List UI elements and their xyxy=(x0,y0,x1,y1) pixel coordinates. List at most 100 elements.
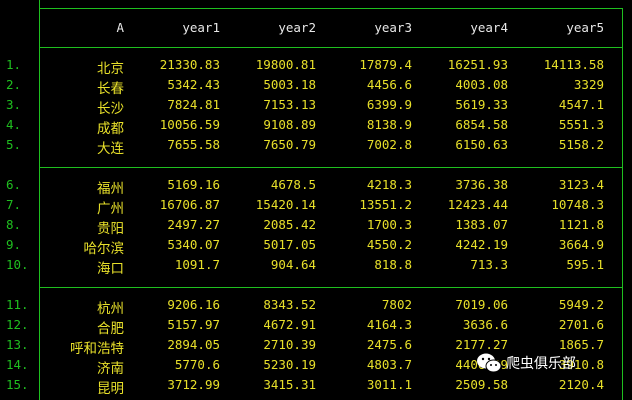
table-row: 8. 贵阳 2497.27 2085.42 1700.3 1383.07 1121.8 xyxy=(0,217,632,237)
row-number: 11. xyxy=(6,297,29,312)
table-row: 11. 杭州 9206.16 8343.52 7802 7019.06 5949.2 xyxy=(0,297,632,317)
value-cell-year4: 16251.93 xyxy=(447,57,508,72)
value-cell-year1: 5157.97 xyxy=(167,317,220,332)
value-cell-year5: 3123.4 xyxy=(558,177,604,192)
value-cell-year3: 7802 xyxy=(381,297,412,312)
value-cell-year4: 4242.19 xyxy=(455,237,508,252)
header-cell-year5: year5 xyxy=(566,20,604,35)
value-cell-year4: 2509.58 xyxy=(455,377,508,392)
table-row: 9. 哈尔滨 5340.07 5017.05 4550.2 4242.19 3664.9 xyxy=(0,237,632,257)
value-cell-year2: 4678.5 xyxy=(270,177,316,192)
table-header: A year1 year2 year3 year4 year5 xyxy=(0,20,632,38)
table-top-border xyxy=(39,8,623,9)
value-cell-year5: 1121.8 xyxy=(558,217,604,232)
city-name: 福州 xyxy=(97,181,124,197)
value-cell-year4: 7019.06 xyxy=(455,297,508,312)
value-cell-year2: 2085.42 xyxy=(263,217,316,232)
value-cell-year2: 3415.31 xyxy=(263,377,316,392)
value-cell-year4: 2177.27 xyxy=(455,337,508,352)
watermark: 爬虫俱乐部 xyxy=(476,352,576,374)
row-number: 12. xyxy=(6,317,29,332)
city-name: 呼和浩特 xyxy=(70,341,124,357)
row-number: 5. xyxy=(6,137,22,152)
value-cell-year4: 6150.63 xyxy=(455,137,508,152)
value-cell-year3: 6399.9 xyxy=(366,97,412,112)
value-cell-year2: 8343.52 xyxy=(263,297,316,312)
value-cell-year2: 904.64 xyxy=(270,257,316,272)
value-cell-year5: 5551.3 xyxy=(558,117,604,132)
value-cell-year1: 10056.59 xyxy=(159,117,220,132)
value-cell-year1: 5342.43 xyxy=(167,77,220,92)
table-row: 1. 北京 21330.83 19800.81 17879.4 16251.93 14113… xyxy=(0,57,632,77)
row-number: 2. xyxy=(6,77,22,92)
value-cell-year1: 2894.05 xyxy=(167,337,220,352)
table-row: 3. 长沙 7824.81 7153.13 6399.9 5619.33 4547.1 xyxy=(0,97,632,117)
value-cell-year5: 595.1 xyxy=(566,257,604,272)
city-name: 长春 xyxy=(97,81,124,97)
header-cell-year4: year4 xyxy=(470,20,508,35)
value-cell-year1: 5169.16 xyxy=(167,177,220,192)
value-cell-year4: 5619.33 xyxy=(455,97,508,112)
value-cell-year5: 14113.58 xyxy=(543,57,604,72)
value-cell-year5: 2120.4 xyxy=(558,377,604,392)
value-cell-year4: 1383.07 xyxy=(455,217,508,232)
value-cell-year2: 2710.39 xyxy=(263,337,316,352)
value-cell-year4: 6854.58 xyxy=(455,117,508,132)
value-cell-year2: 9108.89 xyxy=(263,117,316,132)
row-number: 6. xyxy=(6,177,22,192)
value-cell-year5: 3664.9 xyxy=(558,237,604,252)
table-row: 6. 福州 5169.16 4678.5 4218.3 3736.38 3123.4 xyxy=(0,177,632,197)
value-cell-year5: 4547.1 xyxy=(558,97,604,112)
row-number: 13. xyxy=(6,337,29,352)
row-number: 8. xyxy=(6,217,22,232)
value-cell-year3: 13551.2 xyxy=(359,197,412,212)
value-cell-year2: 5003.18 xyxy=(263,77,316,92)
city-name: 长沙 xyxy=(97,101,124,117)
city-name: 杭州 xyxy=(97,301,124,317)
value-cell-year4: 3736.38 xyxy=(455,177,508,192)
value-cell-year3: 4218.3 xyxy=(366,177,412,192)
value-cell-year1: 21330.83 xyxy=(159,57,220,72)
value-cell-year1: 1091.7 xyxy=(174,257,220,272)
row-number: 3. xyxy=(6,97,22,112)
city-name: 济南 xyxy=(97,361,124,377)
value-cell-year2: 19800.81 xyxy=(255,57,316,72)
table-row: 5. 大连 7655.58 7650.79 7002.8 6150.63 5158.2 xyxy=(0,137,632,157)
value-cell-year2: 4672.91 xyxy=(263,317,316,332)
value-cell-year3: 4803.7 xyxy=(366,357,412,372)
value-cell-year2: 15420.14 xyxy=(255,197,316,212)
row-number: 1. xyxy=(6,57,22,72)
city-name: 昆明 xyxy=(97,381,124,397)
value-cell-year1: 5770.6 xyxy=(174,357,220,372)
row-number: 14. xyxy=(6,357,29,372)
value-cell-year5: 2701.6 xyxy=(558,317,604,332)
row-number: 10. xyxy=(6,257,29,272)
header-cell-year3: year3 xyxy=(374,20,412,35)
group-separator xyxy=(39,167,623,168)
value-cell-year4: 4003.08 xyxy=(455,77,508,92)
header-cell-year1: year1 xyxy=(182,20,220,35)
value-cell-year1: 2497.27 xyxy=(167,217,220,232)
city-name: 北京 xyxy=(97,61,124,77)
value-cell-year3: 4550.2 xyxy=(366,237,412,252)
group-separator xyxy=(39,287,623,288)
watermark-text: 爬虫俱乐部 xyxy=(506,356,576,372)
value-cell-year3: 4456.6 xyxy=(366,77,412,92)
city-name: 合肥 xyxy=(97,321,124,337)
value-cell-year1: 5340.07 xyxy=(167,237,220,252)
table-row: 15. 昆明 3712.99 3415.31 3011.1 2509.58 2120.4 xyxy=(0,377,632,397)
value-cell-year4: 12423.44 xyxy=(447,197,508,212)
wechat-icon xyxy=(477,353,502,373)
row-number: 15. xyxy=(6,377,29,392)
row-number: 9. xyxy=(6,237,22,252)
value-cell-year1: 7824.81 xyxy=(167,97,220,112)
city-name: 海口 xyxy=(97,261,124,277)
city-name: 大连 xyxy=(97,141,124,157)
value-cell-year1: 16706.87 xyxy=(159,197,220,212)
city-name: 广州 xyxy=(97,201,124,217)
city-name: 哈尔滨 xyxy=(83,241,125,257)
value-cell-year3: 17879.4 xyxy=(359,57,412,72)
row-number: 7. xyxy=(6,197,22,212)
value-cell-year4: 3636.6 xyxy=(462,317,508,332)
value-cell-year3: 818.8 xyxy=(374,257,412,272)
